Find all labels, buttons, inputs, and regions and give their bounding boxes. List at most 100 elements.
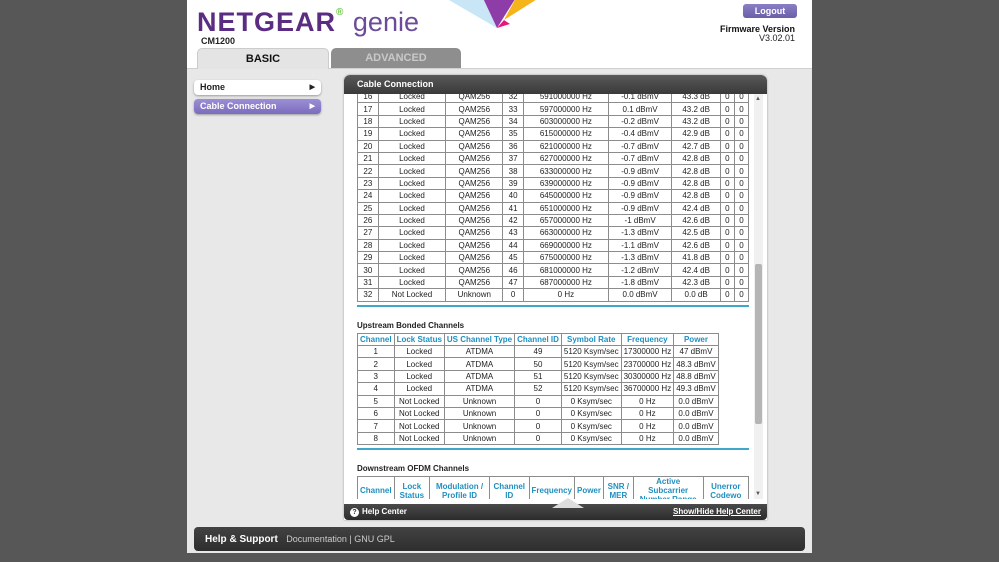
table-cell: 2 <box>357 357 395 371</box>
table-cell: QAM256 <box>445 176 504 191</box>
table-cell: 41 <box>502 201 524 215</box>
scroll-up-arrow-icon[interactable]: ▲ <box>755 96 761 102</box>
firmware-version-value: V3.02.01 <box>758 33 795 43</box>
table-cell: 0 <box>719 114 735 129</box>
scroll-down-arrow-icon[interactable]: ▼ <box>755 491 761 497</box>
table-cell: 0 Hz <box>620 431 675 446</box>
table-cell: 18 <box>357 114 379 129</box>
table-cell: -0.7 dBmV <box>607 139 673 153</box>
table-row: 19 Locked QAM256 35 615000000 Hz -0.4 dBmV 42.… <box>357 127 750 141</box>
table-row: 18 Locked QAM256 34 603000000 Hz -0.2 dBmV 43.… <box>357 114 750 129</box>
table-row: 25 Locked QAM256 41 651000000 Hz -0.9 dBmV 42.… <box>357 201 750 215</box>
table-cell: QAM256 <box>445 102 504 116</box>
table-cell: 591000000 Hz <box>522 94 609 104</box>
table-cell: 45 <box>502 251 524 265</box>
logout-button[interactable]: Logout <box>743 4 797 18</box>
table-cell: Locked <box>393 382 445 396</box>
column-header: Channel ID <box>488 476 530 499</box>
table-cell: 0 <box>719 164 735 178</box>
table-row: 29 Locked QAM256 45 675000000 Hz -1.3 dBmV 41.… <box>357 251 750 265</box>
table-cell: 0 Ksym/sec <box>560 419 622 433</box>
table-cell: 29 <box>357 251 379 265</box>
collapse-triangle-icon[interactable] <box>552 498 584 508</box>
table-cell: Not Locked <box>393 431 445 446</box>
table-cell: 0 <box>733 275 750 290</box>
table-cell: 42.9 dB <box>671 127 721 141</box>
table-cell: 42.5 dB <box>671 226 721 240</box>
vertical-scrollbar[interactable]: ▲ ▼ <box>754 94 763 499</box>
table-cell: 603000000 Hz <box>522 114 609 129</box>
table-cell: 47 dBmV <box>673 345 719 359</box>
table-cell: ATDMA <box>443 345 516 359</box>
column-header: Channel <box>357 476 395 499</box>
table-cell: 0 <box>719 139 735 153</box>
table-cell: 23 <box>357 176 379 191</box>
column-header: Lock Status <box>393 332 445 347</box>
table-cell: 0 <box>733 263 750 277</box>
table-cell: 36700000 Hz <box>620 382 675 396</box>
section-divider <box>357 448 749 451</box>
table-cell: 615000000 Hz <box>522 127 609 141</box>
table-row: 22 Locked QAM256 38 633000000 Hz -0.9 dBmV 42.… <box>357 164 750 178</box>
table-cell: 0 <box>733 114 750 129</box>
table-cell: 0 <box>719 275 735 290</box>
table-row: 24 Locked QAM256 40 645000000 Hz -0.9 dBmV 42.… <box>357 189 750 203</box>
table-cell: 34 <box>502 114 524 129</box>
table-cell: 627000000 Hz <box>522 151 609 166</box>
sidebar-item-cable-connection[interactable]: Cable Connection ▶ <box>194 99 321 114</box>
table-cell: 0.0 dBmV <box>673 419 719 433</box>
help-center-link[interactable]: ? Help Center <box>350 504 407 520</box>
table-cell: 32 <box>502 94 524 104</box>
sidebar-item-home[interactable]: Home ▶ <box>194 80 321 95</box>
table-cell: 0 Hz <box>522 288 609 302</box>
table-cell: 0 <box>719 151 735 166</box>
table-cell: -1.8 dBmV <box>607 275 673 290</box>
netgear-genie-logo: NETGEAR® genie <box>197 7 419 38</box>
table-cell: Locked <box>393 357 445 371</box>
table-cell: 48.3 dBmV <box>673 357 719 371</box>
column-header: Symbol Rate <box>560 332 622 347</box>
gnu-gpl-link[interactable]: GNU GPL <box>354 534 395 544</box>
table-cell: 0 <box>719 238 735 253</box>
table-cell: 0 <box>733 251 750 265</box>
table-cell: 1 <box>357 345 395 359</box>
table-cell: 50 <box>514 357 562 371</box>
table-cell: 0.0 dBmV <box>673 406 719 421</box>
table-row: 1 Locked ATDMA 49 5120 Ksym/sec 17300000 Hz 47… <box>357 345 719 359</box>
table-cell: 19 <box>357 127 379 141</box>
table-cell: Unknown <box>443 406 516 421</box>
table-cell: 0.0 dBmV <box>673 431 719 446</box>
show-hide-help-center-link[interactable]: Show/Hide Help Center <box>673 504 761 520</box>
table-cell: -0.9 dBmV <box>607 201 673 215</box>
column-header: Modulation / Profile ID <box>429 476 490 499</box>
tab-basic[interactable]: BASIC <box>197 48 329 69</box>
downstream-bonded-table: 16 Locked QAM256 32 591000000 Hz -0.1 dBmV 43.… <box>357 94 750 302</box>
brand-art-graphic <box>448 0 536 28</box>
table-cell: Locked <box>377 251 447 265</box>
table-cell: -0.9 dBmV <box>607 164 673 178</box>
table-cell: Locked <box>377 102 447 116</box>
tab-advanced[interactable]: ADVANCED <box>331 48 461 68</box>
table-cell: -0.7 dBmV <box>607 151 673 166</box>
table-cell: 0 <box>733 238 750 253</box>
scrollbar-thumb[interactable] <box>755 264 762 424</box>
table-cell: Unknown <box>445 288 504 302</box>
upstream-rows: 1 Locked ATDMA 49 5120 Ksym/sec 17300000 Hz 47… <box>357 345 719 446</box>
table-cell: ATDMA <box>443 357 516 371</box>
table-cell: 17300000 Hz <box>620 345 675 359</box>
table-cell: 681000000 Hz <box>522 263 609 277</box>
table-cell: 0 <box>719 189 735 203</box>
sidebar-item-label: Cable Connection <box>200 101 277 111</box>
column-header: Lock Status <box>393 476 431 499</box>
panel-scroll-area[interactable]: 16 Locked QAM256 32 591000000 Hz -0.1 dBmV 43.… <box>344 94 767 499</box>
table-cell: QAM256 <box>445 238 504 253</box>
table-cell: 33 <box>502 102 524 116</box>
table-cell: Locked <box>377 263 447 277</box>
table-cell: QAM256 <box>445 251 504 265</box>
router-admin-page: NETGEAR® genie CM1200 Logout Firmware Ve… <box>187 0 812 553</box>
table-cell: 31 <box>357 275 379 290</box>
table-cell: Locked <box>377 164 447 178</box>
table-cell: 43.2 dB <box>671 114 721 129</box>
documentation-link[interactable]: Documentation <box>286 534 347 544</box>
help-support-title: Help & Support <box>205 534 278 545</box>
